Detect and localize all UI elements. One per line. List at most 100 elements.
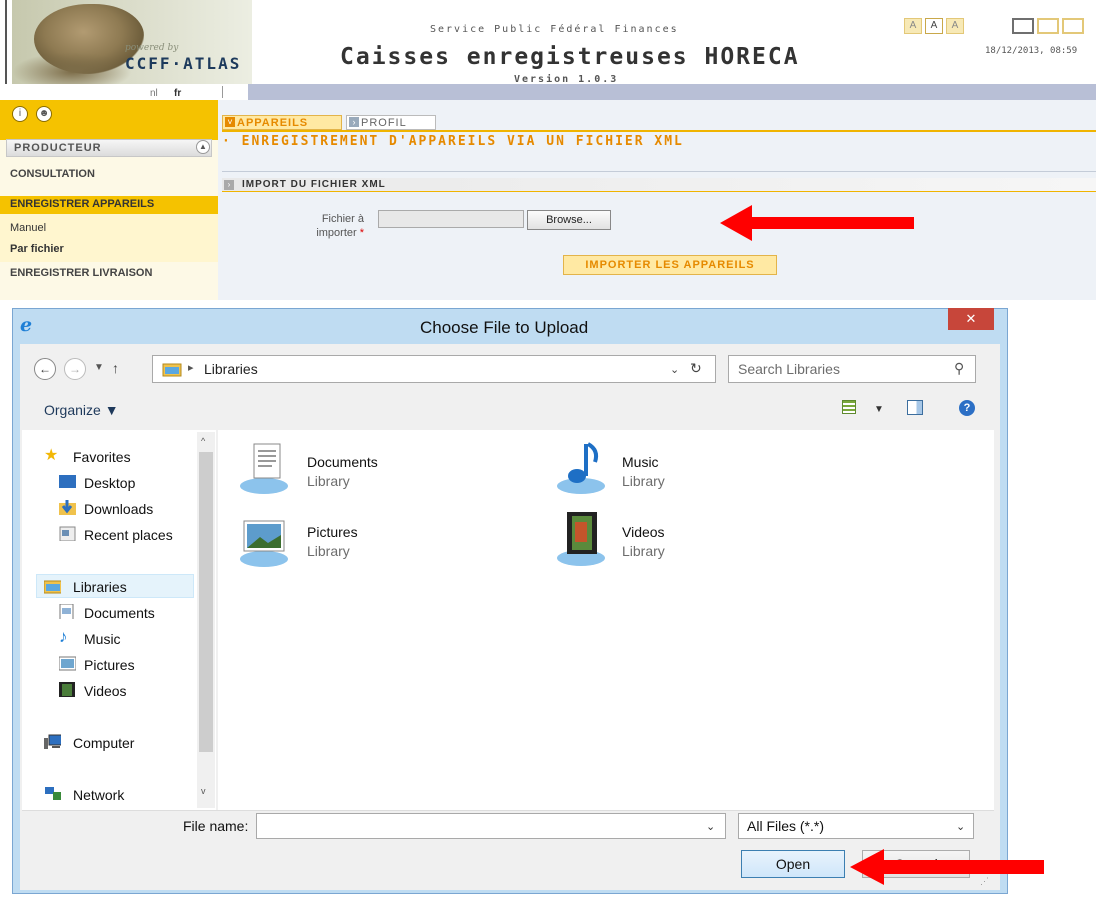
view-dropdown-icon[interactable]: ▼ bbox=[874, 404, 884, 415]
breadcrumb[interactable]: Libraries bbox=[204, 361, 258, 377]
service-name: Service Public Fédéral Finances bbox=[430, 24, 679, 35]
scroll-down-icon[interactable]: v bbox=[201, 786, 206, 796]
file-path-input[interactable] bbox=[378, 210, 524, 228]
file-name-input[interactable] bbox=[256, 813, 726, 839]
font-size-large-button[interactable]: A bbox=[946, 18, 964, 34]
organize-button[interactable]: Organize ▼ bbox=[44, 402, 119, 418]
library-videos-type: Library bbox=[622, 543, 665, 559]
nav-item-downloads[interactable]: Downloads bbox=[84, 499, 153, 519]
library-music[interactable]: Music bbox=[622, 454, 659, 470]
file-name-label: File name: bbox=[183, 818, 249, 834]
address-dropdown-icon[interactable]: ⌄ bbox=[670, 363, 679, 376]
producteur-label: PRODUCTEUR bbox=[14, 142, 102, 154]
sidebar-top bbox=[0, 100, 218, 140]
lang-fr-link[interactable]: fr bbox=[174, 88, 181, 99]
web-app: powered by CCFF·ATLAS Service Public Féd… bbox=[0, 0, 1096, 300]
sidebar-item-manuel[interactable]: Manuel bbox=[10, 222, 46, 234]
lang-nl-link[interactable]: nl bbox=[150, 88, 158, 99]
annotation-arrow-open bbox=[850, 849, 1044, 885]
import-chevron-icon: › bbox=[224, 180, 234, 190]
forward-button[interactable]: → bbox=[64, 358, 86, 380]
nav-item-desktop[interactable]: Desktop bbox=[84, 473, 135, 493]
nav-item-documents[interactable]: Documents bbox=[84, 603, 155, 623]
layout-narrow-button[interactable] bbox=[1012, 18, 1034, 34]
layout-wide-button[interactable] bbox=[1062, 18, 1084, 34]
music-library-icon[interactable] bbox=[555, 440, 611, 496]
nav-item-computer[interactable]: Computer bbox=[73, 733, 134, 753]
back-button[interactable]: ← bbox=[34, 358, 56, 380]
breadcrumb-separator-icon: ▸ bbox=[188, 362, 194, 374]
up-button[interactable]: ↑ bbox=[112, 360, 119, 376]
videos-library-icon[interactable] bbox=[555, 510, 611, 566]
pictures-library-icon[interactable] bbox=[238, 513, 294, 569]
search-placeholder: Search Libraries bbox=[738, 361, 840, 377]
library-documents[interactable]: Documents bbox=[307, 454, 378, 470]
library-pictures-type: Library bbox=[307, 543, 350, 559]
star-icon: ★ bbox=[44, 447, 59, 464]
nav-item-favorites[interactable]: Favorites bbox=[73, 447, 131, 467]
file-type-dropdown-icon[interactable]: ⌄ bbox=[956, 820, 965, 833]
tab-underline bbox=[222, 130, 1096, 132]
nav-item-pictures[interactable]: Pictures bbox=[84, 655, 135, 675]
nav-item-libraries[interactable]: Libraries bbox=[73, 577, 127, 597]
annotation-arrow-browse bbox=[720, 205, 914, 241]
music-icon: ♪ bbox=[59, 627, 68, 646]
refresh-icon[interactable]: ↻ bbox=[690, 360, 702, 377]
recent-locations-icon[interactable]: ▼ bbox=[94, 362, 104, 373]
lang-separator bbox=[222, 86, 223, 98]
tab-profil[interactable]: PROFIL bbox=[346, 115, 436, 130]
info-icon[interactable]: i bbox=[12, 106, 28, 122]
tab-appareils[interactable]: APPAREILS bbox=[222, 115, 342, 130]
browse-button[interactable]: Browse... bbox=[527, 210, 611, 230]
file-type-select[interactable]: All Files (*.*) bbox=[738, 813, 974, 839]
nav-item-music[interactable]: Music bbox=[84, 629, 121, 649]
documents-library-icon[interactable] bbox=[238, 440, 294, 496]
library-videos[interactable]: Videos bbox=[622, 524, 665, 540]
logo-emblem-base bbox=[12, 52, 132, 84]
network-icon bbox=[45, 787, 61, 800]
library-documents-type: Library bbox=[307, 473, 350, 489]
library-music-type: Library bbox=[622, 473, 665, 489]
computer-icon bbox=[44, 734, 61, 749]
font-size-small-button[interactable]: A bbox=[904, 18, 922, 34]
search-icon[interactable]: ⚲ bbox=[954, 360, 964, 377]
nav-item-network[interactable]: Network bbox=[73, 785, 124, 805]
dialog-title: Choose File to Upload bbox=[420, 318, 589, 337]
change-view-icon[interactable] bbox=[842, 400, 856, 414]
open-button[interactable]: Open bbox=[741, 850, 845, 878]
scroll-up-icon[interactable]: ^ bbox=[201, 436, 205, 446]
nav-item-recent-places[interactable]: Recent places bbox=[84, 525, 173, 545]
documents-icon bbox=[59, 604, 74, 619]
layout-medium-button[interactable] bbox=[1037, 18, 1059, 34]
section-title: · ENREGISTREMENT D'APPAREILS VIA UN FICH… bbox=[222, 134, 684, 149]
videos-icon bbox=[59, 682, 75, 697]
datetime-stamp: 18/12/2013, 08:59 bbox=[985, 46, 1078, 56]
nav-scrollbar-thumb[interactable] bbox=[199, 452, 213, 752]
file-name-dropdown-icon[interactable]: ⌄ bbox=[706, 820, 715, 833]
user-icon[interactable]: ☻ bbox=[36, 106, 52, 122]
preview-pane-icon[interactable] bbox=[907, 400, 923, 415]
recent-places-icon bbox=[59, 526, 76, 541]
left-border bbox=[5, 0, 7, 92]
ie-icon: e bbox=[20, 314, 33, 336]
sidebar-item-par-fichier[interactable]: Par fichier bbox=[10, 243, 64, 255]
page-title: Caisses enregistreuses HORECA bbox=[340, 44, 800, 70]
pictures-icon bbox=[59, 656, 76, 671]
collapse-icon[interactable]: ▲ bbox=[196, 140, 210, 154]
sidebar-item-enregistrer-appareils[interactable]: ENREGISTRER APPAREILS bbox=[10, 198, 154, 210]
library-pictures[interactable]: Pictures bbox=[307, 524, 358, 540]
font-size-medium-button[interactable]: A bbox=[925, 18, 943, 34]
help-icon[interactable]: ? bbox=[959, 400, 975, 416]
downloads-icon bbox=[59, 500, 76, 515]
libraries-nav-icon bbox=[44, 580, 61, 594]
sidebar-item-consultation[interactable]: CONSULTATION bbox=[10, 168, 95, 180]
powered-by-label: powered by bbox=[125, 43, 179, 53]
sidebar-item-enregistrer-livraison[interactable]: ENREGISTRER LIVRAISON bbox=[10, 267, 152, 279]
nav-item-videos[interactable]: Videos bbox=[84, 681, 127, 701]
import-button[interactable]: IMPORTER LES APPAREILS bbox=[563, 255, 777, 275]
import-section-label: IMPORT DU FICHIER XML bbox=[242, 179, 386, 190]
language-bar bbox=[0, 84, 1096, 100]
close-button[interactable]: ✕ bbox=[948, 308, 994, 330]
tab-appareils-chevron-icon: ˅ bbox=[225, 117, 235, 127]
desktop-icon bbox=[59, 475, 76, 488]
